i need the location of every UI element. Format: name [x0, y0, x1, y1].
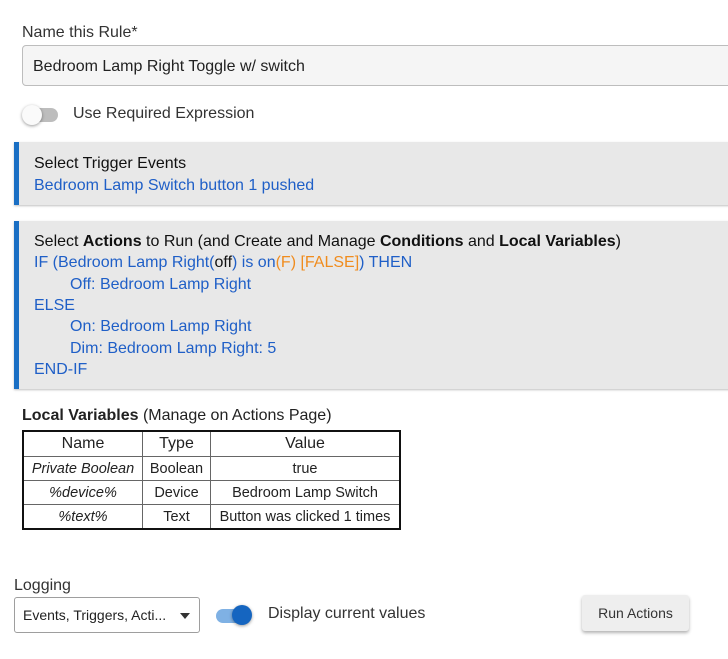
table-row: Private Boolean Boolean true: [22, 456, 401, 481]
variable-name: %device%: [22, 480, 143, 505]
local-variables-title-bold: Local Variables: [22, 407, 139, 424]
endif-line: END-IF: [34, 361, 88, 378]
local-variables-subtitle: (Manage on Actions Page): [138, 407, 332, 424]
variable-value: Button was clicked 1 times: [210, 504, 401, 530]
trigger-events-section[interactable]: Select Trigger Events Bedroom Lamp Switc…: [14, 142, 728, 205]
variable-name: Private Boolean: [22, 456, 143, 481]
variable-name: %text%: [22, 504, 143, 530]
actions-section[interactable]: Select Actions to Run (and Create and Ma…: [14, 221, 728, 389]
local-variables-title: Local Variables (Manage on Actions Page): [22, 407, 332, 425]
variable-value: Bedroom Lamp Switch: [210, 480, 401, 505]
trigger-event: Bedroom Lamp Switch button 1 pushed: [34, 177, 315, 194]
toggle-knob: [232, 605, 252, 625]
logging-select[interactable]: Events, Triggers, Acti...: [14, 597, 200, 633]
column-header-type: Type: [142, 430, 211, 457]
device-state: off: [214, 254, 233, 271]
dim-action: Dim: Bedroom Lamp Right: 5: [70, 340, 277, 357]
table-row: %device% Device Bedroom Lamp Switch: [22, 480, 401, 505]
toggle-knob: [22, 105, 42, 125]
if-prefix: IF (Bedroom Lamp Right(: [34, 254, 215, 271]
on-action: On: Bedroom Lamp Right: [70, 318, 252, 335]
local-variables-table: Name Type Value Private Boolean Boolean …: [22, 430, 401, 530]
chevron-down-icon: [180, 613, 190, 619]
table-header-row: Name Type Value: [22, 430, 401, 457]
heading-local-variables-bold: Local Variables: [499, 233, 616, 250]
if-suffix: ) THEN: [359, 254, 413, 271]
variable-type: Device: [142, 480, 211, 505]
display-current-values-label: Display current values: [268, 605, 426, 622]
variable-value: true: [210, 456, 401, 481]
heading-text: and: [463, 233, 500, 250]
if-mid: ) is on: [232, 254, 276, 271]
column-header-name: Name: [22, 430, 143, 457]
variable-type: Boolean: [142, 456, 211, 481]
table-row: %text% Text Button was clicked 1 times: [22, 504, 401, 530]
logging-selected-value: Events, Triggers, Acti...: [23, 607, 167, 623]
run-actions-button[interactable]: Run Actions: [582, 595, 689, 631]
heading-actions-bold: Actions: [82, 233, 142, 250]
display-current-values-toggle[interactable]: [214, 603, 254, 627]
variable-type: Text: [142, 504, 211, 530]
rule-name-label: Name this Rule*: [22, 24, 138, 41]
trigger-heading: Select Trigger Events: [34, 155, 187, 172]
else-line: ELSE: [34, 297, 75, 314]
column-header-value: Value: [210, 430, 401, 457]
logging-label: Logging: [14, 577, 71, 594]
condition-evaluation: (F) [FALSE]: [275, 254, 360, 271]
heading-text: Select: [34, 233, 83, 250]
actions-heading: Select Actions to Run (and Create and Ma…: [34, 231, 621, 252]
if-condition-line: IF (Bedroom Lamp Right(off) is on(F) [FA…: [34, 252, 412, 273]
rule-name-input[interactable]: Bedroom Lamp Right Toggle w/ switch: [22, 45, 728, 86]
required-expression-toggle[interactable]: [22, 104, 62, 126]
required-expression-label: Use Required Expression: [73, 105, 255, 122]
heading-text: to Run (and Create and Manage: [141, 233, 380, 250]
heading-text: ): [615, 233, 621, 250]
off-action: Off: Bedroom Lamp Right: [70, 276, 252, 293]
heading-conditions-bold: Conditions: [379, 233, 464, 250]
